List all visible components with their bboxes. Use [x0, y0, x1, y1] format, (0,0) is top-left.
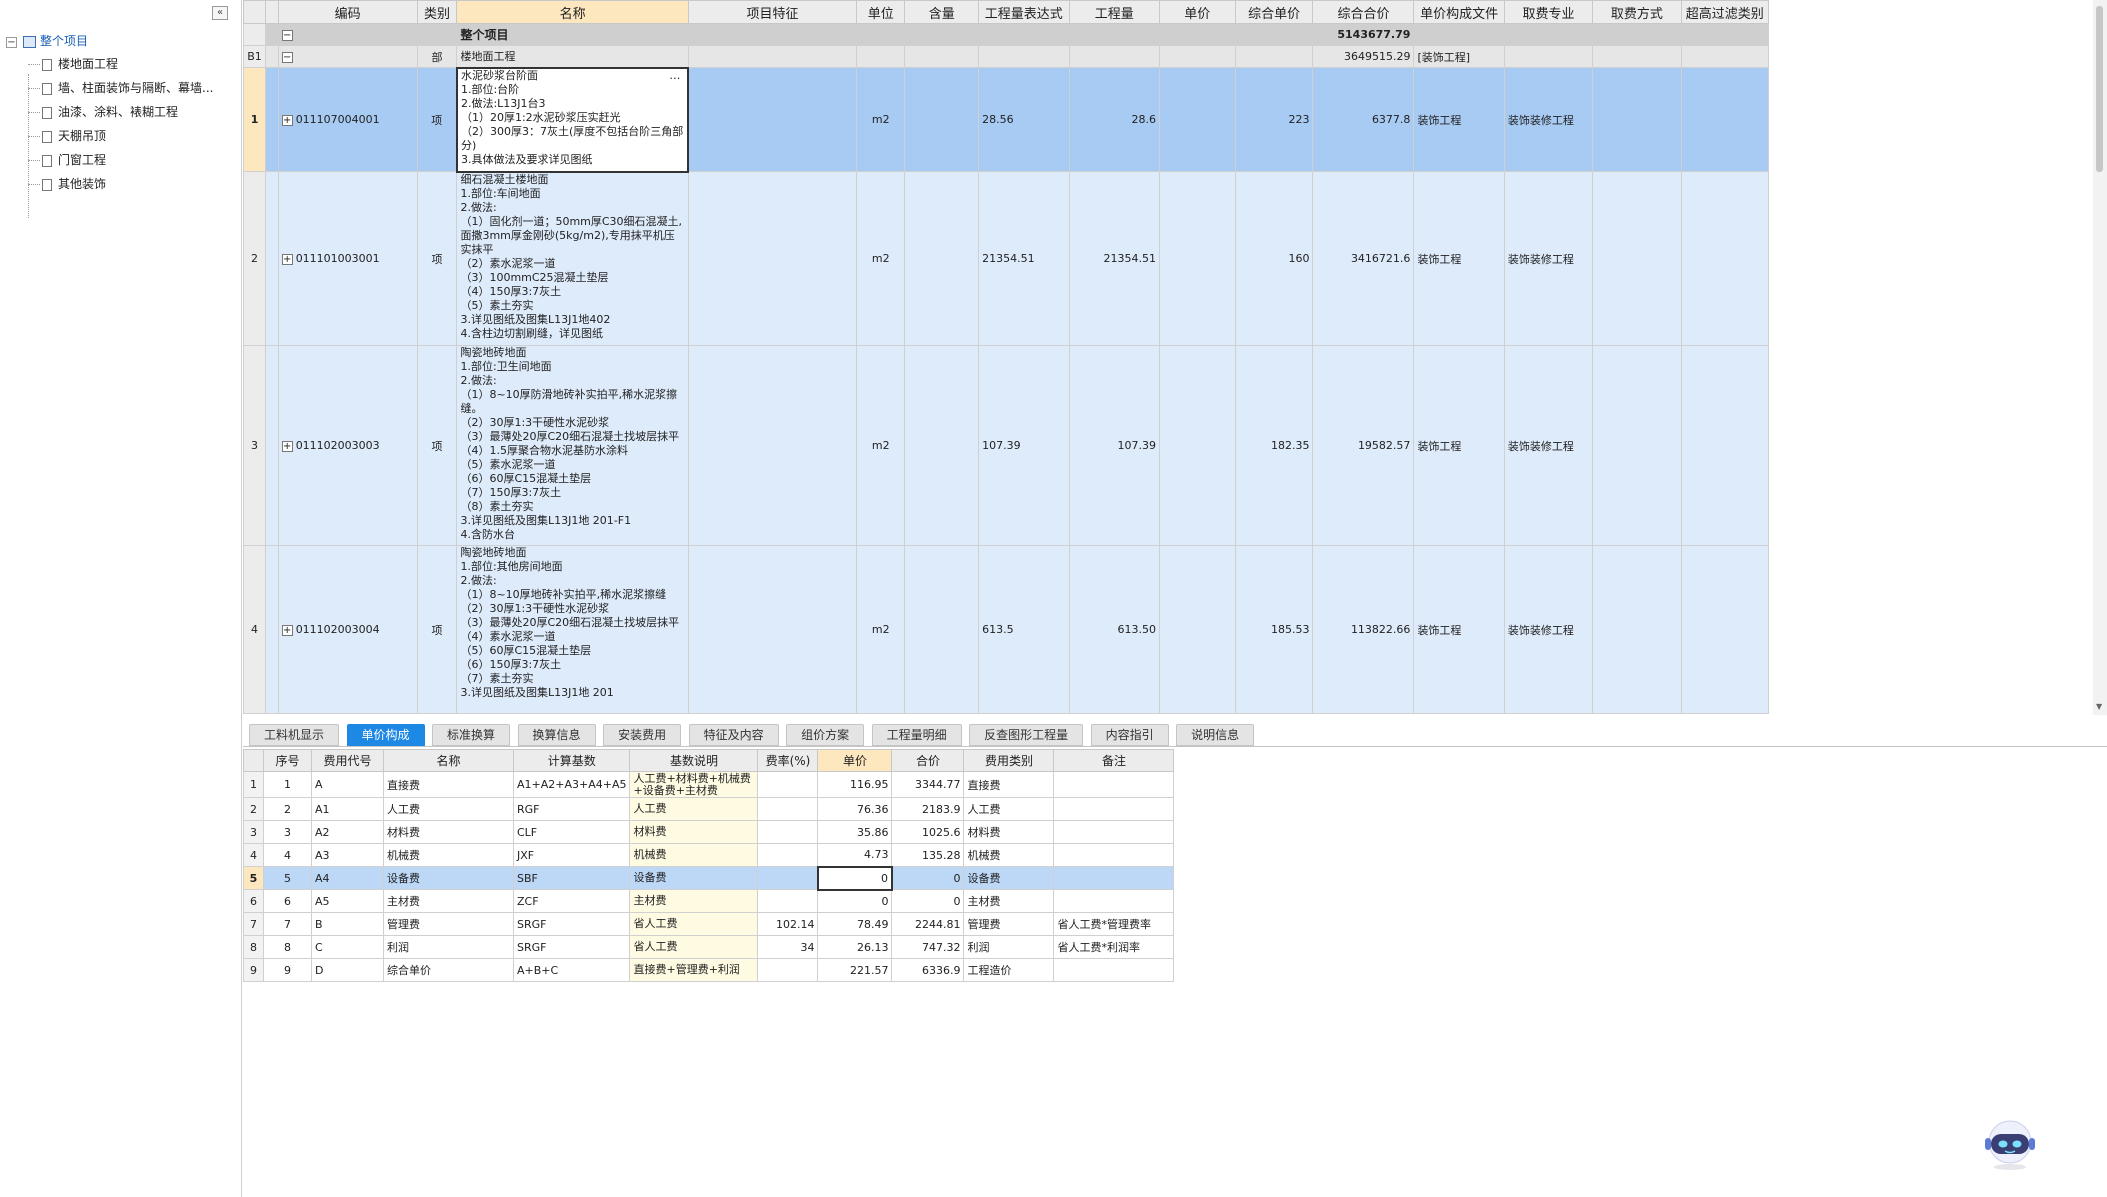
expand-icon[interactable]: + — [281, 114, 293, 126]
col-content[interactable]: 含量 — [904, 0, 980, 24]
name-cell-editing[interactable]: … 水泥砂浆台阶面 1.部位:台阶 2.做法:L13J1台3 （1）20厚1:2水… — [455, 66, 690, 173]
sub-table-row[interactable]: 4 4 A3 机械费 JXF 机械费 4.73 135.28 机械费 — [243, 843, 1175, 867]
tab-graphic-qty[interactable]: 反查图形工程量 — [969, 724, 1084, 746]
expand-icon[interactable]: + — [281, 624, 293, 636]
scroll-down-icon[interactable]: ▼ — [2096, 702, 2102, 711]
sub-table-row[interactable]: 5 5 A4 设备费 SBF 设备费 0 0 设备费 — [243, 865, 1175, 891]
col-code[interactable]: 编码 — [277, 0, 418, 24]
col-total[interactable]: 综合合价 — [1312, 0, 1415, 24]
table-row-part[interactable]: B1 − 部 楼地面工程 3649515.29 [装饰工程] — [242, 45, 1770, 68]
col-name[interactable]: 名称 — [456, 0, 689, 24]
collapse-icon[interactable]: − — [281, 29, 293, 41]
project-tree-panel: « − 整个项目 楼地面工程 墙、柱面装饰与隔断、幕墙... 油漆、涂料、裱糊工程… — [0, 0, 242, 1197]
tab-qty-detail[interactable]: 工程量明细 — [871, 724, 962, 746]
price-composition-table: 序号 费用代号 名称 计算基数 基数说明 费率(%) 单价 合价 费用类别 备注… — [243, 749, 1175, 982]
document-icon — [42, 178, 52, 191]
collapse-panel-button[interactable]: « — [212, 6, 228, 20]
tab-standard-conversion[interactable]: 标准换算 — [432, 724, 511, 746]
project-icon — [23, 36, 36, 48]
col-uprice[interactable]: 综合单价 — [1234, 0, 1314, 24]
assistant-robot-icon[interactable] — [1983, 1118, 2037, 1172]
expand-icon[interactable]: + — [281, 440, 293, 452]
sub-table-row[interactable]: 3 3 A2 材料费 CLF 材料费 35.86 1025.6 材料费 — [243, 820, 1175, 844]
tree-item-paint[interactable]: 油漆、涂料、裱糊工程 — [0, 100, 240, 124]
grid-header-row: 编码 类别 名称 项目特征 单位 含量 工程量表达式 工程量 单价 综合单价 综… — [242, 0, 1770, 24]
table-row[interactable]: 3 +011102003003 项 陶瓷地砖地面 1.部位:卫生间地面 2.做法… — [242, 345, 1770, 546]
tab-features[interactable]: 特征及内容 — [688, 724, 779, 746]
col-type[interactable]: 类别 — [416, 0, 458, 24]
tab-conversion-info[interactable]: 换算信息 — [517, 724, 596, 746]
document-icon — [42, 154, 52, 167]
col-filter[interactable]: 超高过滤类别 — [1680, 0, 1770, 24]
tree-root[interactable]: − 整个项目 — [0, 30, 240, 52]
tree-item-floor[interactable]: 楼地面工程 — [0, 52, 240, 76]
tree-item-ceiling[interactable]: 天棚吊顶 — [0, 124, 240, 148]
tree-root-label: 整个项目 — [40, 34, 89, 48]
sub-table-row[interactable]: 8 8 C 利润 SRGF 省人工费 34 26.13 747.32 利润 省人工费*利润率 — [243, 935, 1175, 959]
sub-table-row[interactable]: 1 1 A 直接费 A1+A2+A3+A4+A5 人工费+材料费+机械费+设备费+主材费 1… — [243, 771, 1175, 798]
tree-item-wall[interactable]: 墙、柱面装饰与隔断、幕墙... — [0, 76, 240, 100]
sub-table-row[interactable]: 9 9 D 综合单价 A+B+C 直接费+管理费+利润 221.57 6336.9 工程造价 — [243, 958, 1175, 982]
tree-item-other[interactable]: 其他装饰 — [0, 172, 240, 196]
vertical-scrollbar[interactable]: ▼ — [2093, 0, 2107, 715]
document-icon — [42, 106, 52, 119]
col-expr[interactable]: 工程量表达式 — [978, 0, 1070, 24]
collapse-icon[interactable]: − — [281, 51, 293, 63]
document-icon — [42, 58, 52, 71]
sub-header-row: 序号 费用代号 名称 计算基数 基数说明 费率(%) 单价 合价 费用类别 备注 — [243, 749, 1175, 772]
tab-pricing-plan[interactable]: 组价方案 — [786, 724, 865, 746]
table-row[interactable]: 2 +011101003001 项 细石混凝土楼地面 1.部位:车间地面 2.做… — [242, 171, 1770, 346]
col-file[interactable]: 单价构成文件 — [1413, 0, 1505, 24]
detail-tabs: 工料机显示 单价构成 标准换算 换算信息 安装费用 特征及内容 组价方案 工程量… — [249, 724, 1258, 746]
document-icon — [42, 130, 52, 143]
col-major[interactable]: 取费专业 — [1503, 0, 1594, 24]
table-row[interactable]: 1 +011107004001 项 … 水泥砂浆台阶面 1.部位:台阶 2.做法:… — [242, 66, 1770, 173]
sub-table-row[interactable]: 2 2 A1 人工费 RGF 人工费 76.36 2183.9 人工费 — [243, 797, 1175, 821]
table-row-total[interactable]: − 整个项目 5143677.79 — [242, 23, 1770, 46]
tree-item-doors[interactable]: 门窗工程 — [0, 148, 240, 172]
ellipsis-button[interactable]: … — [669, 70, 680, 83]
tab-content-guide[interactable]: 内容指引 — [1090, 724, 1169, 746]
scrollbar-thumb[interactable] — [2096, 6, 2103, 172]
col-qty[interactable]: 工程量 — [1068, 0, 1160, 24]
bill-grid: 编码 类别 名称 项目特征 单位 含量 工程量表达式 工程量 单价 综合单价 综… — [242, 0, 1770, 714]
sub-table-row[interactable]: 6 6 A5 主材费 ZCF 主材费 0 0 主材费 — [243, 889, 1175, 913]
main-area: 编码 类别 名称 项目特征 单位 含量 工程量表达式 工程量 单价 综合单价 综… — [242, 0, 2107, 1197]
col-feature[interactable]: 项目特征 — [687, 0, 858, 24]
document-icon — [42, 82, 52, 95]
expand-icon[interactable]: + — [281, 253, 293, 265]
col-unit[interactable]: 单位 — [856, 0, 906, 24]
tab-labor-material[interactable]: 工料机显示 — [249, 724, 340, 746]
col-method[interactable]: 取费方式 — [1592, 0, 1682, 24]
col-price[interactable]: 单价 — [1158, 0, 1236, 24]
tab-price-composition[interactable]: 单价构成 — [346, 724, 425, 746]
tab-description[interactable]: 说明信息 — [1176, 724, 1255, 746]
tree-collapse-icon[interactable]: − — [6, 36, 17, 48]
tab-install-fee[interactable]: 安装费用 — [603, 724, 682, 746]
project-tree: − 整个项目 楼地面工程 墙、柱面装饰与隔断、幕墙... 油漆、涂料、裱糊工程 天… — [0, 30, 240, 218]
table-row[interactable]: 4 +011102003004 项 陶瓷地砖地面 1.部位:其他房间地面 2.做… — [242, 545, 1770, 714]
sub-table-row[interactable]: 7 7 B 管理费 SRGF 省人工费 102.14 78.49 2244.81 管理费 省人工费*… — [243, 912, 1175, 936]
